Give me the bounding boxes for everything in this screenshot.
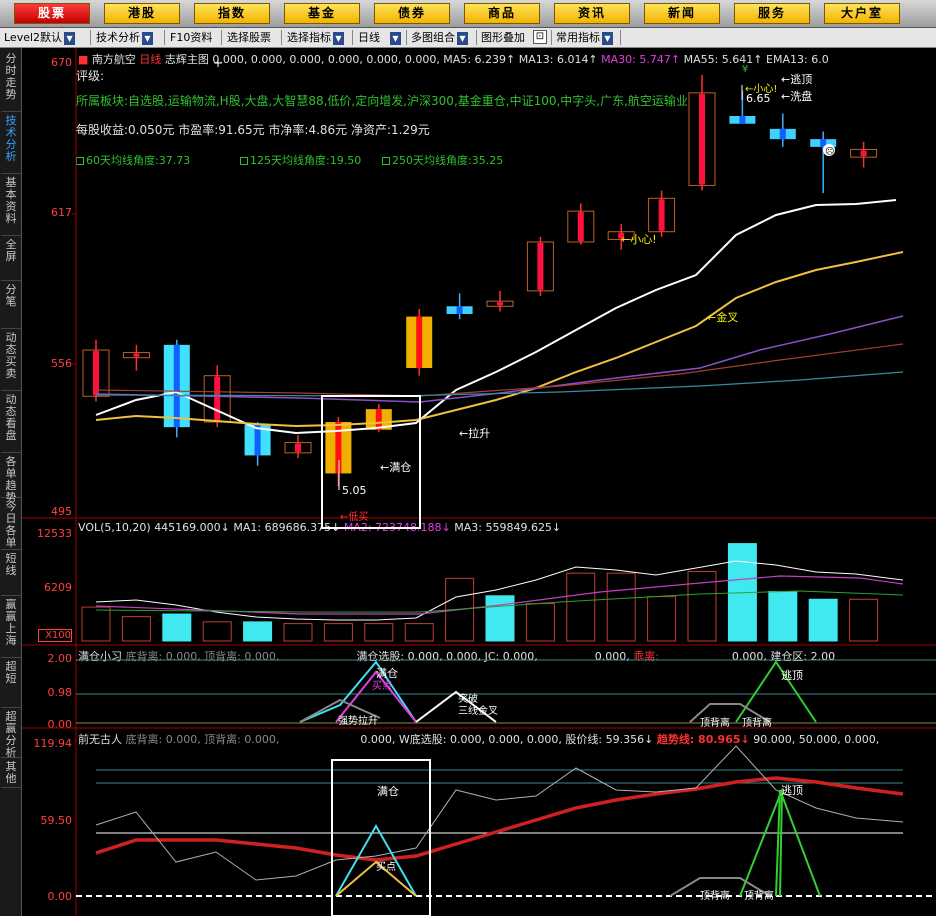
candle-core (779, 128, 786, 140)
ind1-label-triple-cross: 三线金叉 (458, 704, 498, 717)
yen-icon: ¥ (742, 64, 748, 75)
volume-bar (364, 623, 394, 642)
ind2-label-escape: 逃顶 (781, 784, 803, 797)
candle-core (699, 93, 705, 185)
annotation-high-price: 6.65 (746, 92, 771, 105)
frown-icon: ☹ (825, 146, 834, 157)
volume-bar (202, 621, 232, 642)
annotation-full-position: ←满仓 (380, 460, 411, 474)
candle-core (416, 316, 423, 368)
candle-core (93, 351, 99, 396)
ind1-label-top-div-2: 顶背离 (742, 716, 772, 729)
annotation-escape-top: ←逃顶 (781, 73, 812, 86)
ind1-label-buy: 买点 (372, 680, 392, 692)
volume-bar (323, 623, 353, 642)
ind1-label-strong: 强势拉升 (338, 714, 378, 727)
ind1-label-breakout: 突破 (458, 692, 478, 705)
candle-core (739, 116, 746, 124)
volume-bar (81, 606, 111, 642)
volume-bar (162, 613, 192, 642)
volume-bar (808, 598, 838, 642)
candle-core (214, 376, 221, 421)
candle-core (658, 199, 665, 231)
volume-bar (485, 595, 515, 642)
crosshair-icon: + (213, 56, 223, 70)
volume-bar (566, 572, 596, 642)
volume-bar (647, 596, 677, 642)
volume-bar (768, 590, 798, 642)
ind1-green-spike (735, 660, 817, 723)
volume-bar (283, 623, 313, 642)
ind1-label-full: 满仓 (376, 666, 398, 680)
ind2-label-top-div-2: 顶背离 (744, 889, 774, 902)
ind1-label-escape: 逃顶 (781, 669, 803, 682)
volume-bar (243, 621, 273, 642)
ind2-label-top-div: 顶背离 (700, 889, 730, 902)
annotation-low-buy: ←低买 (340, 510, 368, 523)
volume-bar (404, 623, 434, 642)
candle-core (577, 212, 584, 241)
candle-core (537, 243, 544, 290)
chart-canvas[interactable]: ←满仓5.05←低买←拉升←小心!←金叉←小心!6.65←逃顶←洗盘¥☹+满仓买… (0, 0, 936, 916)
annotation-low-price: 5.05 (342, 484, 367, 497)
candle-core (173, 344, 180, 428)
volume-bar (606, 572, 636, 642)
candle-core (456, 306, 463, 314)
ind2-label-buy: 买点 (376, 861, 396, 873)
volume-bar (525, 603, 555, 642)
candle-core (133, 353, 140, 357)
annotation-golden-cross: ←金叉 (707, 310, 738, 324)
volume-bar (849, 598, 879, 642)
annotation-washout: ←洗盘 (781, 89, 812, 103)
volume-bar (121, 616, 151, 642)
ind1-label-top-div: 顶背离 (700, 716, 730, 729)
annotation-caution-1: ←小心! (621, 233, 657, 246)
candle-core (295, 443, 301, 452)
ind2-label-full: 满仓 (377, 784, 399, 798)
candle-core (860, 150, 867, 157)
candle-core (497, 302, 503, 306)
stock-terminal-window: 股票 港股 指数 基金 债券 商品 资讯 新闻 服务 大户室 Level2默认 ▼ 技术分析 ▼ F1… (0, 0, 936, 916)
annotation-pull-up: ←拉升 (459, 426, 490, 440)
